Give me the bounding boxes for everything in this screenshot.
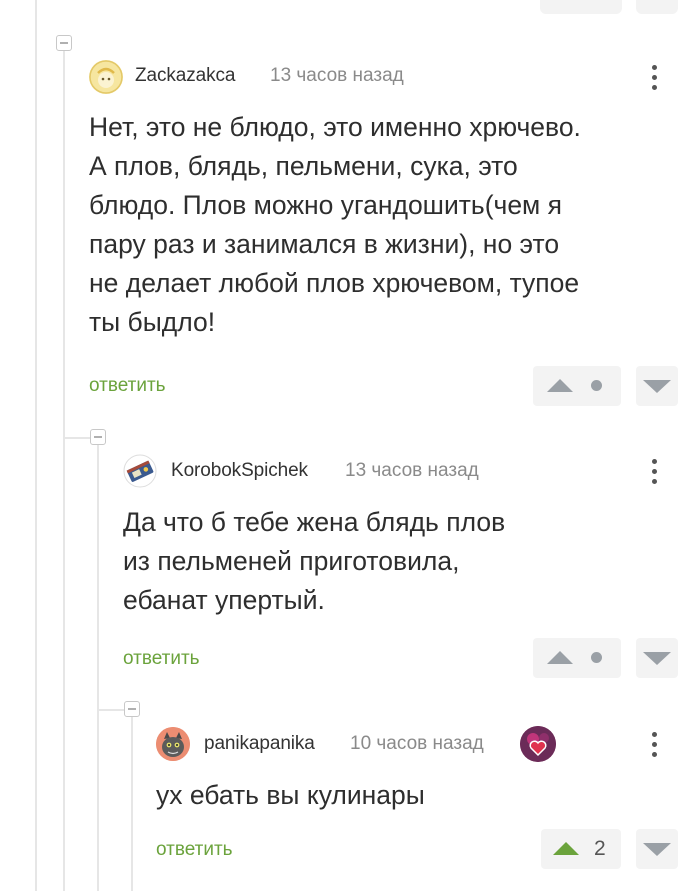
comment-time: 13 часов назад: [345, 460, 479, 481]
author-name[interactable]: KorobokSpichek: [171, 460, 308, 482]
downvote-arrow-icon: [643, 380, 671, 393]
upvote-arrow-icon: [547, 379, 573, 392]
upvote-button[interactable]: [533, 366, 621, 406]
comment-text: ух ебать вы кулинары: [156, 780, 425, 810]
collapse-toggle-icon[interactable]: [90, 429, 106, 445]
more-vertical-icon[interactable]: [650, 63, 658, 93]
thread-line-3: [131, 717, 133, 891]
avatar[interactable]: [156, 727, 190, 761]
avatar[interactable]: [123, 454, 157, 488]
downvote-arrow-icon: [643, 843, 671, 856]
more-vertical-icon[interactable]: [650, 730, 658, 760]
reply-button[interactable]: ответить: [89, 375, 166, 397]
prev-vote-button-left[interactable]: [540, 0, 622, 14]
avatar[interactable]: [89, 60, 123, 94]
upvote-arrow-icon: [553, 842, 579, 855]
upvote-arrow-icon: [547, 651, 573, 664]
reply-button[interactable]: ответить: [156, 839, 233, 861]
collapse-toggle-icon[interactable]: [56, 35, 72, 51]
reply-button[interactable]: ответить: [123, 648, 200, 670]
author-name[interactable]: panikapanika: [204, 733, 315, 755]
author-name[interactable]: Zackazakca: [135, 65, 235, 87]
award-heart-icon[interactable]: [520, 726, 556, 762]
downvote-arrow-icon: [643, 652, 671, 665]
comment-text: Да что б тебе жена блядь плов из пельмен…: [123, 507, 506, 615]
thread-line-1: [63, 51, 65, 891]
comment-time: 13 часов назад: [270, 65, 404, 86]
comment-text: Нет, это не блюдо, это именно хрючево. А…: [89, 112, 581, 337]
collapse-toggle-icon[interactable]: [124, 701, 140, 717]
rating-count: 2: [594, 837, 606, 860]
downvote-button[interactable]: [636, 366, 678, 406]
thread-line-2: [97, 445, 99, 891]
prev-vote-button-right[interactable]: [636, 0, 678, 14]
thread-connector: [97, 709, 124, 711]
upvote-button[interactable]: 2: [541, 829, 621, 869]
upvote-button[interactable]: [533, 638, 621, 678]
downvote-button[interactable]: [636, 638, 678, 678]
thread-line-root: [35, 0, 37, 891]
thread-connector: [63, 437, 90, 439]
neutral-dot-icon: [591, 380, 602, 391]
neutral-dot-icon: [591, 652, 602, 663]
downvote-button[interactable]: [636, 829, 678, 869]
more-vertical-icon[interactable]: [650, 457, 658, 487]
comment-time: 10 часов назад: [350, 733, 484, 754]
